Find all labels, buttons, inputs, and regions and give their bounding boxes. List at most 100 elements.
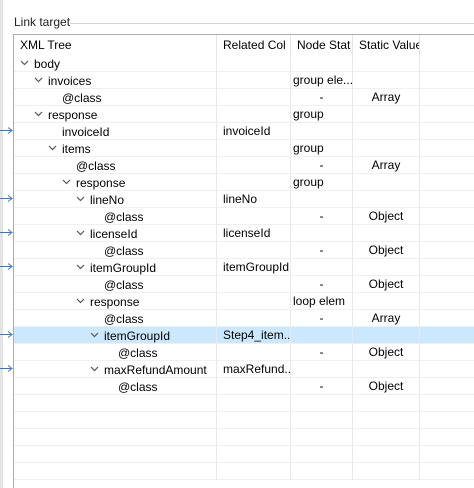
related-col-cell[interactable] — [217, 242, 291, 259]
related-col-cell[interactable]: lineNo — [217, 191, 291, 208]
chevron-down-icon[interactable] — [90, 327, 100, 344]
static-value-cell[interactable]: Object — [353, 276, 420, 293]
node-stat-cell[interactable]: - — [291, 157, 353, 174]
table-row[interactable]: @class - Object — [14, 344, 474, 361]
chevron-down-icon[interactable] — [48, 140, 58, 157]
node-stat-cell[interactable] — [291, 123, 353, 140]
table-row[interactable]: response group — [14, 106, 474, 123]
node-stat-cell[interactable] — [291, 259, 353, 276]
node-stat-cell[interactable]: - — [291, 208, 353, 225]
related-col-cell[interactable] — [217, 208, 291, 225]
static-value-cell[interactable]: Object — [353, 242, 420, 259]
node-stat-cell[interactable]: - — [291, 344, 353, 361]
node-stat-cell[interactable]: group — [291, 140, 353, 157]
static-value-cell[interactable]: Object — [353, 378, 420, 395]
related-col-cell[interactable] — [217, 89, 291, 106]
table-row[interactable]: licenseId licenseId — [14, 225, 474, 242]
static-value-cell[interactable] — [353, 225, 420, 242]
static-value-cell[interactable] — [353, 106, 420, 123]
node-stat-cell[interactable]: group ele... — [291, 72, 353, 89]
table-row[interactable] — [14, 446, 474, 463]
column-header-xml-tree[interactable]: XML Tree — [14, 35, 217, 55]
table-row[interactable]: itemGroupId itemGroupId — [14, 259, 474, 276]
table-row[interactable] — [14, 463, 474, 480]
table-row[interactable]: @class - Object — [14, 242, 474, 259]
node-stat-cell[interactable]: - — [291, 378, 353, 395]
chevron-down-icon[interactable] — [20, 55, 30, 72]
related-col-cell[interactable] — [217, 395, 291, 412]
chevron-down-icon[interactable] — [90, 361, 100, 378]
related-col-cell[interactable]: maxRefund... — [217, 361, 291, 378]
table-row[interactable]: @class - Array — [14, 89, 474, 106]
related-col-cell[interactable] — [217, 157, 291, 174]
related-col-cell[interactable] — [217, 174, 291, 191]
node-stat-cell[interactable] — [291, 463, 353, 480]
related-col-cell[interactable]: itemGroupId — [217, 259, 291, 276]
related-col-cell[interactable] — [217, 344, 291, 361]
related-col-cell[interactable] — [217, 276, 291, 293]
chevron-down-icon[interactable] — [62, 174, 72, 191]
related-col-cell[interactable] — [217, 293, 291, 310]
column-header-node-stat[interactable]: Node Stat — [291, 35, 353, 55]
static-value-cell[interactable] — [353, 55, 420, 72]
node-stat-cell[interactable] — [291, 191, 353, 208]
node-stat-cell[interactable] — [291, 429, 353, 446]
table-row[interactable]: items group — [14, 140, 474, 157]
node-stat-cell[interactable] — [291, 225, 353, 242]
related-col-cell[interactable] — [217, 463, 291, 480]
static-value-cell[interactable]: Object — [353, 344, 420, 361]
static-value-cell[interactable]: Array — [353, 89, 420, 106]
table-row[interactable]: invoiceId invoiceId — [14, 123, 474, 140]
chevron-down-icon[interactable] — [34, 106, 44, 123]
static-value-cell[interactable] — [353, 395, 420, 412]
table-row[interactable]: @class - Object — [14, 208, 474, 225]
table-row[interactable]: invoices group ele... — [14, 72, 474, 89]
static-value-cell[interactable] — [353, 327, 420, 344]
static-value-cell[interactable]: Object — [353, 208, 420, 225]
node-stat-cell[interactable]: - — [291, 89, 353, 106]
node-stat-cell[interactable]: - — [291, 310, 353, 327]
static-value-cell[interactable]: Array — [353, 157, 420, 174]
related-col-cell[interactable] — [217, 429, 291, 446]
chevron-down-icon[interactable] — [76, 259, 86, 276]
table-row[interactable]: response loop elem — [14, 293, 474, 310]
column-header-static-value[interactable]: Static Value — [353, 35, 420, 55]
table-row[interactable] — [14, 412, 474, 429]
table-row[interactable]: @class - Array — [14, 310, 474, 327]
node-stat-cell[interactable] — [291, 446, 353, 463]
static-value-cell[interactable] — [353, 446, 420, 463]
static-value-cell[interactable] — [353, 123, 420, 140]
table-row[interactable]: lineNo lineNo — [14, 191, 474, 208]
static-value-cell[interactable] — [353, 412, 420, 429]
static-value-cell[interactable] — [353, 72, 420, 89]
static-value-cell[interactable]: Array — [353, 310, 420, 327]
node-stat-cell[interactable]: - — [291, 276, 353, 293]
related-col-cell[interactable] — [217, 106, 291, 123]
static-value-cell[interactable] — [353, 463, 420, 480]
node-stat-cell[interactable]: loop elem — [291, 293, 353, 310]
node-stat-cell[interactable] — [291, 327, 353, 344]
node-stat-cell[interactable]: group — [291, 106, 353, 123]
node-stat-cell[interactable] — [291, 395, 353, 412]
table-row[interactable]: body — [14, 55, 474, 72]
static-value-cell[interactable] — [353, 361, 420, 378]
related-col-cell[interactable]: Step4_item... — [217, 327, 291, 344]
static-value-cell[interactable] — [353, 259, 420, 276]
related-col-cell[interactable] — [217, 446, 291, 463]
table-row[interactable] — [14, 395, 474, 412]
table-row[interactable]: response group — [14, 174, 474, 191]
table-row[interactable] — [14, 429, 474, 446]
chevron-down-icon[interactable] — [76, 191, 86, 208]
table-row[interactable]: @class - Array — [14, 157, 474, 174]
related-col-cell[interactable] — [217, 55, 291, 72]
table-row[interactable]: @class - Object — [14, 276, 474, 293]
related-col-cell[interactable] — [217, 310, 291, 327]
node-stat-cell[interactable]: - — [291, 242, 353, 259]
table-row[interactable]: itemGroupId Step4_item... — [14, 327, 474, 344]
static-value-cell[interactable] — [353, 191, 420, 208]
node-stat-cell[interactable]: group — [291, 174, 353, 191]
static-value-cell[interactable] — [353, 174, 420, 191]
static-value-cell[interactable] — [353, 429, 420, 446]
node-stat-cell[interactable] — [291, 412, 353, 429]
link-target-table[interactable]: XML Tree Related Col Node Stat Static Va… — [13, 34, 474, 488]
